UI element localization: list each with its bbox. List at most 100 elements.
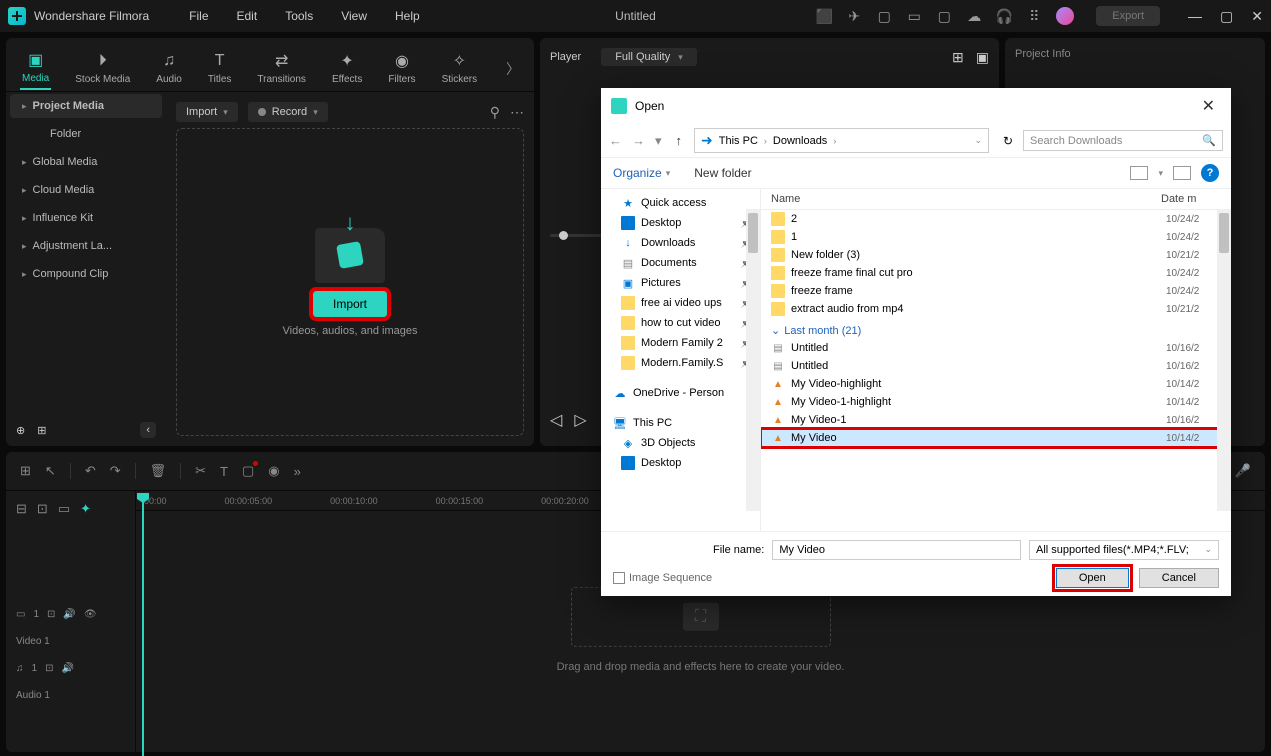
quality-dropdown[interactable]: Full Quality▾ [601, 48, 697, 66]
filename-input[interactable] [772, 540, 1021, 560]
menu-help[interactable]: Help [395, 9, 420, 23]
file-row[interactable]: ▲My Video-1-highlight10/14/2 [761, 393, 1231, 411]
column-date[interactable]: Date m [1161, 193, 1221, 205]
tree-quick-access[interactable]: ★Quick access [601, 193, 760, 213]
organize-menu[interactable]: Organize ▾ [613, 166, 670, 180]
panel1-icon[interactable]: ▢ [876, 8, 892, 24]
image-sequence-checkbox[interactable]: Image Sequence [613, 572, 712, 584]
tree-scrollbar[interactable] [746, 209, 760, 511]
view-mode-icon[interactable] [1130, 166, 1148, 180]
prev-frame-icon[interactable]: ◁ [550, 410, 562, 430]
sidebar-item-compound-clip[interactable]: ▸Compound Clip [6, 260, 166, 288]
tree-onedrive[interactable]: ☁OneDrive - Person [601, 383, 760, 403]
tab-filters[interactable]: ◉Filters [386, 48, 417, 89]
gift-icon[interactable]: ⬛ [816, 8, 832, 24]
menu-edit[interactable]: Edit [237, 9, 258, 23]
tree-folder-4[interactable]: Modern.Family.S [601, 353, 760, 373]
apps-icon[interactable]: ⠿ [1026, 8, 1042, 24]
pointer-icon[interactable]: ↖ [45, 463, 56, 479]
panel2-icon[interactable]: ▭ [906, 8, 922, 24]
audio-track-header[interactable]: ♫1⊡🔊 [12, 655, 129, 682]
file-row[interactable]: freeze frame final cut pro10/24/2 [761, 264, 1231, 282]
color-icon[interactable]: ◉ [268, 463, 279, 479]
auto-icon[interactable]: ✦ [80, 501, 91, 517]
file-row[interactable]: ▲My Video10/14/2 [761, 429, 1231, 447]
open-button[interactable]: Open [1056, 568, 1129, 588]
sidebar-item-adjustment-layer[interactable]: ▸Adjustment La... [6, 232, 166, 260]
trash-icon[interactable]: 🗑 [150, 463, 167, 479]
refresh-icon[interactable]: ↻ [997, 134, 1019, 148]
text-icon[interactable]: T [220, 464, 228, 479]
tree-this-pc[interactable]: 🖥This PC [601, 413, 760, 433]
column-name[interactable]: Name [771, 193, 1161, 205]
search-input[interactable]: Search Downloads 🔍 [1023, 130, 1223, 151]
tree-3d-objects[interactable]: ◈3D Objects [601, 433, 760, 453]
tree-downloads[interactable]: ↓Downloads [601, 233, 760, 253]
minimize-icon[interactable]: — [1188, 8, 1202, 25]
file-row[interactable]: 110/24/2 [761, 228, 1231, 246]
grid-view-icon[interactable]: ⊞ [952, 49, 964, 66]
file-row[interactable]: New folder (3)10/21/2 [761, 246, 1231, 264]
cloud-icon[interactable]: ☁ [966, 8, 982, 24]
file-row[interactable]: ▤Untitled10/16/2 [761, 357, 1231, 375]
panel3-icon[interactable]: ▢ [936, 8, 952, 24]
file-row[interactable]: 210/24/2 [761, 210, 1231, 228]
tab-media[interactable]: ▣Media [20, 47, 51, 90]
video-track-header[interactable]: ▭1⊡🔊👁 [12, 601, 129, 628]
nav-forward-icon[interactable]: → [632, 133, 645, 149]
tree-desktop-2[interactable]: Desktop [601, 453, 760, 473]
file-list-header[interactable]: Name Date m [761, 189, 1231, 210]
file-row[interactable]: ▲My Video-highlight10/14/2 [761, 375, 1231, 393]
filter-icon[interactable]: ⚲ [490, 104, 500, 121]
lock-icon[interactable]: ⊡ [47, 609, 55, 620]
sidebar-item-folder[interactable]: Folder [6, 120, 166, 148]
tab-effects[interactable]: ✦Effects [330, 48, 364, 89]
send-icon[interactable]: ✈ [846, 8, 862, 24]
sidebar-item-influence-kit[interactable]: ▸Influence Kit [6, 204, 166, 232]
mute-icon[interactable]: 🔊 [63, 609, 75, 620]
nav-up-icon[interactable]: ↑ [676, 133, 683, 149]
group-last-month[interactable]: ⌄Last month (21) [761, 318, 1231, 339]
tab-stickers[interactable]: ✧Stickers [440, 48, 480, 89]
tab-audio[interactable]: ♫Audio [154, 48, 184, 89]
menu-tools[interactable]: Tools [285, 9, 313, 23]
import-dropdown[interactable]: Import▾ [176, 102, 238, 122]
lock-icon[interactable]: ⊡ [45, 663, 53, 674]
tree-pictures[interactable]: ▣Pictures [601, 273, 760, 293]
headphones-icon[interactable]: 🎧 [996, 8, 1012, 24]
file-row[interactable]: freeze frame10/24/2 [761, 282, 1231, 300]
new-bin-icon[interactable]: ⊞ [37, 424, 46, 437]
tree-documents[interactable]: ▤Documents [601, 253, 760, 273]
mute-icon[interactable]: 🔊 [61, 663, 73, 674]
dialog-close-icon[interactable]: ✕ [1196, 96, 1221, 116]
breadcrumb[interactable]: ➜ This PC› Downloads› ⌄ [694, 128, 989, 153]
mic-icon[interactable]: 🎤 [1235, 463, 1251, 479]
sidebar-item-global-media[interactable]: ▸Global Media [6, 148, 166, 176]
expand-icon[interactable]: » [294, 464, 301, 479]
undo-icon[interactable]: ↶ [85, 463, 96, 479]
play-icon[interactable]: ▷ [574, 410, 586, 430]
tree-folder-2[interactable]: how to cut video [601, 313, 760, 333]
cut-icon[interactable]: ✂ [195, 463, 206, 479]
tree-folder-1[interactable]: free ai video ups [601, 293, 760, 313]
cancel-button[interactable]: Cancel [1139, 568, 1219, 588]
tab-transitions[interactable]: ⇄Transitions [255, 48, 308, 89]
new-folder-button[interactable]: New folder [694, 166, 751, 180]
help-icon[interactable]: ? [1201, 164, 1219, 182]
maximize-icon[interactable]: ▢ [1220, 8, 1233, 25]
sidebar-item-cloud-media[interactable]: ▸Cloud Media [6, 176, 166, 204]
new-folder-icon[interactable]: ⊕ [16, 424, 25, 437]
menu-file[interactable]: File [189, 9, 208, 23]
file-row[interactable]: ▲My Video-110/16/2 [761, 411, 1231, 429]
nav-back-icon[interactable]: ← [609, 133, 622, 149]
filetype-dropdown[interactable]: All supported files(*.MP4;*.FLV;⌄ [1029, 540, 1219, 560]
preview-pane-icon[interactable] [1173, 166, 1191, 180]
import-dropzone[interactable]: Import Videos, audios, and images [176, 128, 524, 436]
picture-icon[interactable]: ▣ [976, 49, 989, 66]
tree-desktop[interactable]: Desktop [601, 213, 760, 233]
export-button[interactable]: Export [1096, 6, 1160, 26]
record-dropdown[interactable]: Record▾ [248, 102, 328, 122]
more-icon[interactable]: ⋯ [510, 104, 524, 121]
track-options-icon[interactable]: ▭ [58, 501, 70, 517]
tabs-more-icon[interactable]: 〉 [506, 59, 520, 79]
